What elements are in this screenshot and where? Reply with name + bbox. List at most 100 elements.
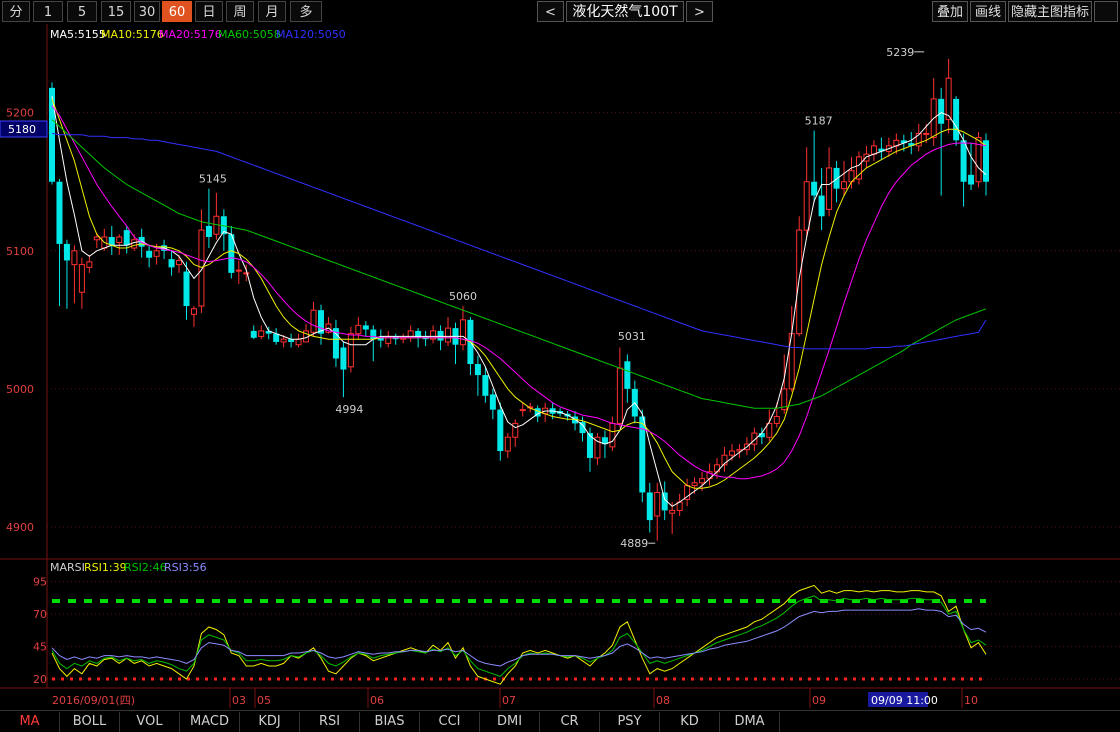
- legend-ma10: MA10:5176: [101, 28, 164, 41]
- candle-body: [646, 492, 653, 521]
- cursor-time-label: 09/09 11:00: [871, 694, 938, 707]
- rsi-tick-45: 45: [33, 641, 47, 654]
- overlay-button[interactable]: 叠加: [932, 1, 968, 22]
- period-button-8[interactable]: 月: [258, 1, 286, 22]
- candle-body: [474, 364, 481, 376]
- candle-body: [63, 243, 70, 261]
- candle-body: [497, 409, 504, 452]
- x-label-09: 09: [812, 694, 826, 707]
- candle-body: [616, 367, 623, 424]
- candle-body: [168, 259, 175, 268]
- hide-indicator-button[interactable]: 隐藏主图指标: [1008, 1, 1092, 22]
- indicator-tab-bar: MA BOLL VOL MACD KDJ RSI BIAS CCI DMI CR PSY KD DMA: [0, 710, 1120, 732]
- candle-body: [198, 229, 205, 307]
- candle-body: [504, 436, 511, 452]
- candle-body: [459, 319, 466, 346]
- annotation-5060: 5060: [449, 290, 477, 303]
- period-button-4[interactable]: 30: [134, 1, 160, 22]
- x-label-06: 06: [370, 694, 384, 707]
- candle-body: [818, 195, 825, 217]
- rsi-legend-rsi3: RSI3:56: [164, 561, 207, 574]
- indicator-tab-boll[interactable]: BOLL: [60, 712, 120, 732]
- period-button-7[interactable]: 周: [226, 1, 254, 22]
- candle-body: [639, 416, 646, 493]
- rsi-legend-rsi1: RSI1:39: [84, 561, 127, 574]
- indicator-tab-kd[interactable]: KD: [660, 712, 720, 732]
- indicator-tab-rsi[interactable]: RSI: [300, 712, 360, 732]
- y-tick-5100: 5100: [6, 245, 34, 258]
- legend-ma5: MA5:5155: [50, 28, 106, 41]
- candle-body: [728, 450, 735, 456]
- y-tick-5200: 5200: [6, 107, 34, 120]
- candle-body: [624, 361, 631, 389]
- period-button-1[interactable]: 1: [33, 1, 63, 22]
- indicator-tab-cr[interactable]: CR: [540, 712, 600, 732]
- candle-body: [968, 174, 975, 185]
- candle-body: [833, 167, 840, 189]
- candle-body: [362, 325, 369, 330]
- legend-ma120: MA120:5050: [276, 28, 346, 41]
- candle-body: [512, 422, 519, 438]
- candle-body: [153, 250, 160, 257]
- indicator-tab-kdj[interactable]: KDJ: [240, 712, 300, 732]
- candle-body: [445, 327, 452, 343]
- next-instrument-button[interactable]: >: [686, 1, 713, 22]
- x-label-03: 03: [232, 694, 246, 707]
- candle-body: [691, 482, 698, 487]
- indicator-tab-bias[interactable]: BIAS: [360, 712, 420, 732]
- candle-body: [123, 230, 130, 246]
- candle-body: [960, 140, 967, 182]
- period-button-9[interactable]: 多: [290, 1, 322, 22]
- candle-body: [938, 98, 945, 124]
- candle-body: [482, 375, 489, 396]
- rsi-legend-name: MARSI: [50, 561, 85, 574]
- candle-body: [310, 309, 317, 333]
- candle-body: [489, 394, 496, 410]
- annotation-4994: 4994: [335, 403, 363, 416]
- chart-area[interactable]: MA5:5155 MA10:5176 MA20:5176 MA60:5058 M…: [0, 24, 1120, 710]
- candle-body: [519, 409, 526, 412]
- candle-body: [176, 259, 183, 266]
- price-tag: 5180: [0, 120, 48, 138]
- candle-body: [93, 236, 100, 241]
- chart-background: [0, 24, 1120, 710]
- indicator-tab-psy[interactable]: PSY: [600, 712, 660, 732]
- candle-body: [190, 308, 197, 315]
- candle-body: [49, 87, 55, 182]
- period-button-0[interactable]: 分: [2, 1, 30, 22]
- candle-body: [714, 464, 721, 473]
- candle-body: [131, 239, 138, 249]
- candle-body: [826, 167, 833, 210]
- candle-body: [437, 330, 444, 341]
- indicator-tab-cci[interactable]: CCI: [420, 712, 480, 732]
- prev-instrument-button[interactable]: <: [537, 1, 564, 22]
- candle-body: [235, 269, 242, 272]
- candle-body: [205, 225, 212, 237]
- period-button-5[interactable]: 60: [162, 1, 192, 22]
- rsi-tick-95: 95: [33, 576, 47, 589]
- period-button-6[interactable]: 日: [195, 1, 223, 22]
- candle-body: [243, 272, 250, 275]
- price-tag-label: 5180: [8, 123, 36, 136]
- candle-body: [78, 264, 85, 293]
- x-label-start: 2016/09/01(四): [52, 694, 135, 707]
- indicator-tab-ma[interactable]: MA: [0, 712, 60, 732]
- candle-body: [116, 236, 123, 244]
- candle-body: [146, 250, 153, 258]
- period-button-2[interactable]: 5: [67, 1, 97, 22]
- candle-body: [773, 416, 780, 424]
- candle-body: [355, 324, 362, 335]
- period-button-3[interactable]: 15: [101, 1, 131, 22]
- indicator-tab-macd[interactable]: MACD: [180, 712, 240, 732]
- indicator-tab-dmi[interactable]: DMI: [480, 712, 540, 732]
- top-toolbar: 分 1 5 15 30 60 日周月多 < > 叠加 画线 隐藏主图指标: [0, 0, 1120, 24]
- candle-body: [669, 509, 676, 514]
- indicator-tab-vol[interactable]: VOL: [120, 712, 180, 732]
- candle-body: [841, 181, 848, 190]
- rsi-tick-20: 20: [33, 673, 47, 686]
- candle-body: [86, 261, 93, 268]
- draw-line-button[interactable]: 画线: [970, 1, 1006, 22]
- rsi-tick-70: 70: [33, 608, 47, 621]
- indicator-tab-dma[interactable]: DMA: [720, 712, 780, 732]
- annotation-5239: 5239: [886, 46, 914, 59]
